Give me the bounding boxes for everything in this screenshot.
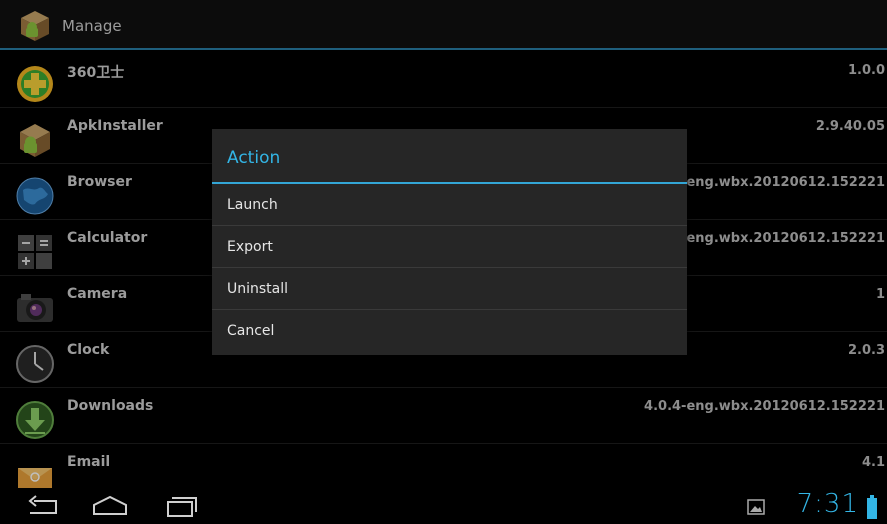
back-icon[interactable] [22,492,62,520]
launch-option[interactable]: Launch [212,184,687,226]
action-dialog: Action Launch Export Uninstall Cancel [212,129,687,355]
status-clock[interactable]: 7:31 [797,489,859,519]
gallery-notification-icon[interactable] [747,497,765,517]
dialog-title: Action [212,129,687,184]
recent-apps-icon[interactable] [160,492,200,520]
cancel-option[interactable]: Cancel [212,310,687,352]
battery-icon [867,495,877,519]
home-icon[interactable] [90,492,130,520]
system-bar [0,488,887,524]
uninstall-option[interactable]: Uninstall [212,268,687,310]
export-option[interactable]: Export [212,226,687,268]
